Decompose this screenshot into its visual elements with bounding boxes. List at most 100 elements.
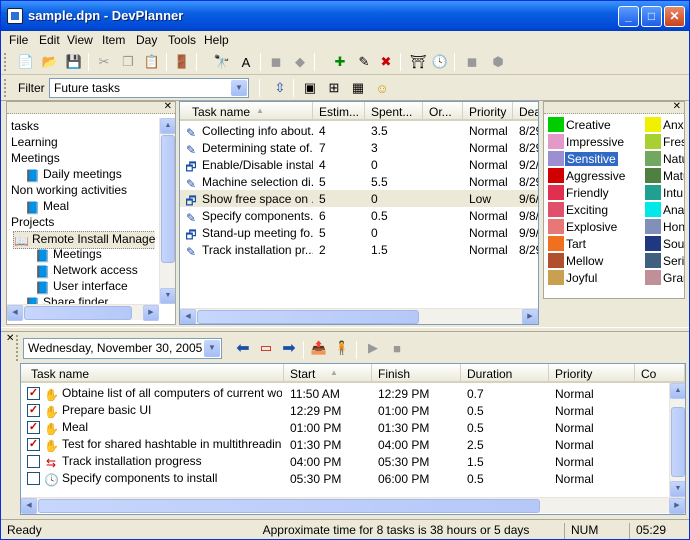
- category-color[interactable]: [645, 202, 661, 217]
- task-list-column-header[interactable]: Task name: [180, 102, 313, 121]
- menu-view[interactable]: View: [67, 33, 93, 47]
- disabled-tool-icon[interactable]: ⬢: [489, 53, 507, 71]
- export-icon[interactable]: 🚪: [173, 53, 191, 71]
- schedule-row[interactable]: ⇆ Track installation progress 04:00 PM 05:3…: [21, 453, 667, 470]
- category-color[interactable]: [548, 236, 564, 251]
- export-day-icon[interactable]: 📤: [310, 339, 328, 357]
- next-day-icon[interactable]: ➡: [280, 339, 298, 357]
- chart-icon[interactable]: ▦: [349, 79, 367, 97]
- menu-edit[interactable]: Edit: [39, 33, 60, 47]
- close-icon[interactable]: ✕: [164, 102, 172, 112]
- schedule-column-header[interactable]: Priority: [549, 364, 635, 383]
- category-color[interactable]: [645, 168, 661, 183]
- scroll-up-icon[interactable]: ▲: [160, 118, 175, 134]
- category-color[interactable]: [645, 253, 661, 268]
- category-label[interactable]: Sensitive: [565, 152, 618, 166]
- previous-day-icon[interactable]: ⬅: [234, 339, 252, 357]
- schedule-row[interactable]: 🕓 Specify components to install 05:30 PM 06…: [21, 470, 667, 487]
- schedule-row[interactable]: ✓ ✋ Prepare basic UI 12:29 PM 01:00 PM 0.5 Nor…: [21, 402, 667, 419]
- task-list-column-header[interactable]: Estim...: [313, 102, 365, 121]
- tree-item[interactable]: Projects: [11, 215, 54, 229]
- menu-file[interactable]: File: [9, 33, 28, 47]
- stop-icon[interactable]: ■: [388, 339, 406, 357]
- scroll-thumb[interactable]: [197, 310, 419, 324]
- task-checkbox[interactable]: ✓: [27, 387, 40, 400]
- task-row[interactable]: ✎Collecting info about... 4 3.5 Normal 8/29: [180, 122, 538, 140]
- category-label[interactable]: Fres: [663, 135, 684, 149]
- category-color[interactable]: [645, 134, 661, 149]
- schedule-column-header[interactable]: Co: [635, 364, 685, 383]
- scroll-right-icon[interactable]: ▶: [143, 305, 159, 321]
- category-list[interactable]: Creative Impressive Sensitive Aggressive Fri…: [544, 116, 684, 296]
- person-icon[interactable]: 🧍: [333, 339, 351, 357]
- play-icon[interactable]: ▶: [364, 339, 382, 357]
- tree-item[interactable]: 📘 Share finder: [25, 295, 108, 304]
- tree-item[interactable]: 📘 Network access: [35, 263, 138, 279]
- category-color[interactable]: [548, 117, 564, 132]
- category-label[interactable]: Seric: [663, 254, 684, 268]
- clock-icon[interactable]: 🕓: [431, 53, 449, 71]
- tree-horizontal-scrollbar[interactable]: ◀ ▶: [7, 304, 159, 321]
- category-label[interactable]: Friendly: [566, 186, 609, 200]
- schedule-column-header[interactable]: Duration: [461, 364, 549, 383]
- tree-view-icon[interactable]: ⊞: [325, 79, 343, 97]
- find-icon[interactable]: 🔭: [213, 53, 231, 71]
- window-icon[interactable]: ▣: [301, 79, 319, 97]
- tree-vertical-scrollbar[interactable]: ▲ ▼: [159, 118, 175, 304]
- schedule-vertical-scrollbar[interactable]: ▲ ▼: [669, 383, 685, 497]
- task-row[interactable]: ✎ Track installation pr... 2 1.5 Normal 8/29: [180, 241, 538, 259]
- category-color[interactable]: [645, 117, 661, 132]
- scroll-up-icon[interactable]: ▲: [670, 383, 685, 399]
- task-checkbox[interactable]: ✓: [27, 421, 40, 434]
- task-row[interactable]: 🗗 Enable/Disable instal... 4 0 Normal 9/2/: [180, 156, 538, 174]
- schedule-icon[interactable]: ⛩: [409, 53, 427, 71]
- scroll-down-icon[interactable]: ▼: [160, 288, 175, 304]
- find-replace-icon[interactable]: A: [237, 53, 255, 71]
- chevron-down-icon[interactable]: ▼: [204, 340, 220, 357]
- category-color[interactable]: [645, 185, 661, 200]
- category-color[interactable]: [548, 185, 564, 200]
- date-picker[interactable]: Wednesday, November 30, 2005 ▼: [23, 338, 222, 359]
- toolbar-grip[interactable]: [4, 79, 7, 97]
- task-list-column-header[interactable]: Dea: [513, 102, 538, 121]
- category-color[interactable]: [645, 151, 661, 166]
- category-label[interactable]: Exciting: [566, 203, 608, 217]
- today-icon[interactable]: ▭: [257, 339, 275, 357]
- category-color[interactable]: [645, 219, 661, 234]
- edit-item-icon[interactable]: ✎: [355, 53, 373, 71]
- menu-day[interactable]: Day: [136, 33, 157, 47]
- scroll-thumb[interactable]: [24, 306, 132, 320]
- tree-item[interactable]: tasks: [11, 119, 39, 133]
- schedule-column-header[interactable]: Finish: [372, 364, 461, 383]
- minimize-button[interactable]: _: [618, 6, 639, 27]
- menu-item[interactable]: Item: [102, 33, 125, 47]
- comment-icon[interactable]: ◆: [291, 53, 309, 71]
- category-label[interactable]: Impressive: [566, 135, 624, 149]
- menu-help[interactable]: Help: [204, 33, 229, 47]
- copy-icon[interactable]: ❐: [119, 53, 137, 71]
- category-label[interactable]: Ana: [663, 203, 684, 217]
- horizontal-splitter[interactable]: [1, 327, 689, 332]
- category-label[interactable]: Creative: [566, 118, 611, 132]
- task-checkbox[interactable]: [27, 455, 40, 468]
- category-label[interactable]: Intu: [663, 186, 684, 200]
- task-row[interactable]: 🗗 Stand-up meeting fo... 5 0 Normal 9/9/: [180, 224, 538, 242]
- chevron-down-icon[interactable]: ▼: [231, 80, 247, 96]
- category-label[interactable]: Mellow: [566, 254, 603, 268]
- category-color[interactable]: [645, 270, 661, 285]
- add-item-icon[interactable]: ✚: [331, 53, 349, 71]
- task-list-column-header[interactable]: Or...: [423, 102, 463, 121]
- category-color[interactable]: [645, 236, 661, 251]
- toolbar-grip[interactable]: [16, 335, 19, 361]
- scroll-right-icon[interactable]: ▶: [669, 498, 685, 514]
- scroll-thumb[interactable]: [671, 407, 685, 477]
- schedule-horizontal-scrollbar[interactable]: ◀ ▶: [21, 497, 685, 514]
- schedule-row[interactable]: ✓ ✋ Obtaine list of all computers of curre…: [21, 385, 667, 402]
- category-color[interactable]: [548, 134, 564, 149]
- category-color[interactable]: [548, 202, 564, 217]
- category-color[interactable]: [548, 253, 564, 268]
- open-folder-icon[interactable]: 📂: [41, 53, 59, 71]
- category-label[interactable]: Soul: [663, 237, 684, 251]
- category-label[interactable]: Tart: [566, 237, 586, 251]
- paste-icon[interactable]: 📋: [143, 53, 161, 71]
